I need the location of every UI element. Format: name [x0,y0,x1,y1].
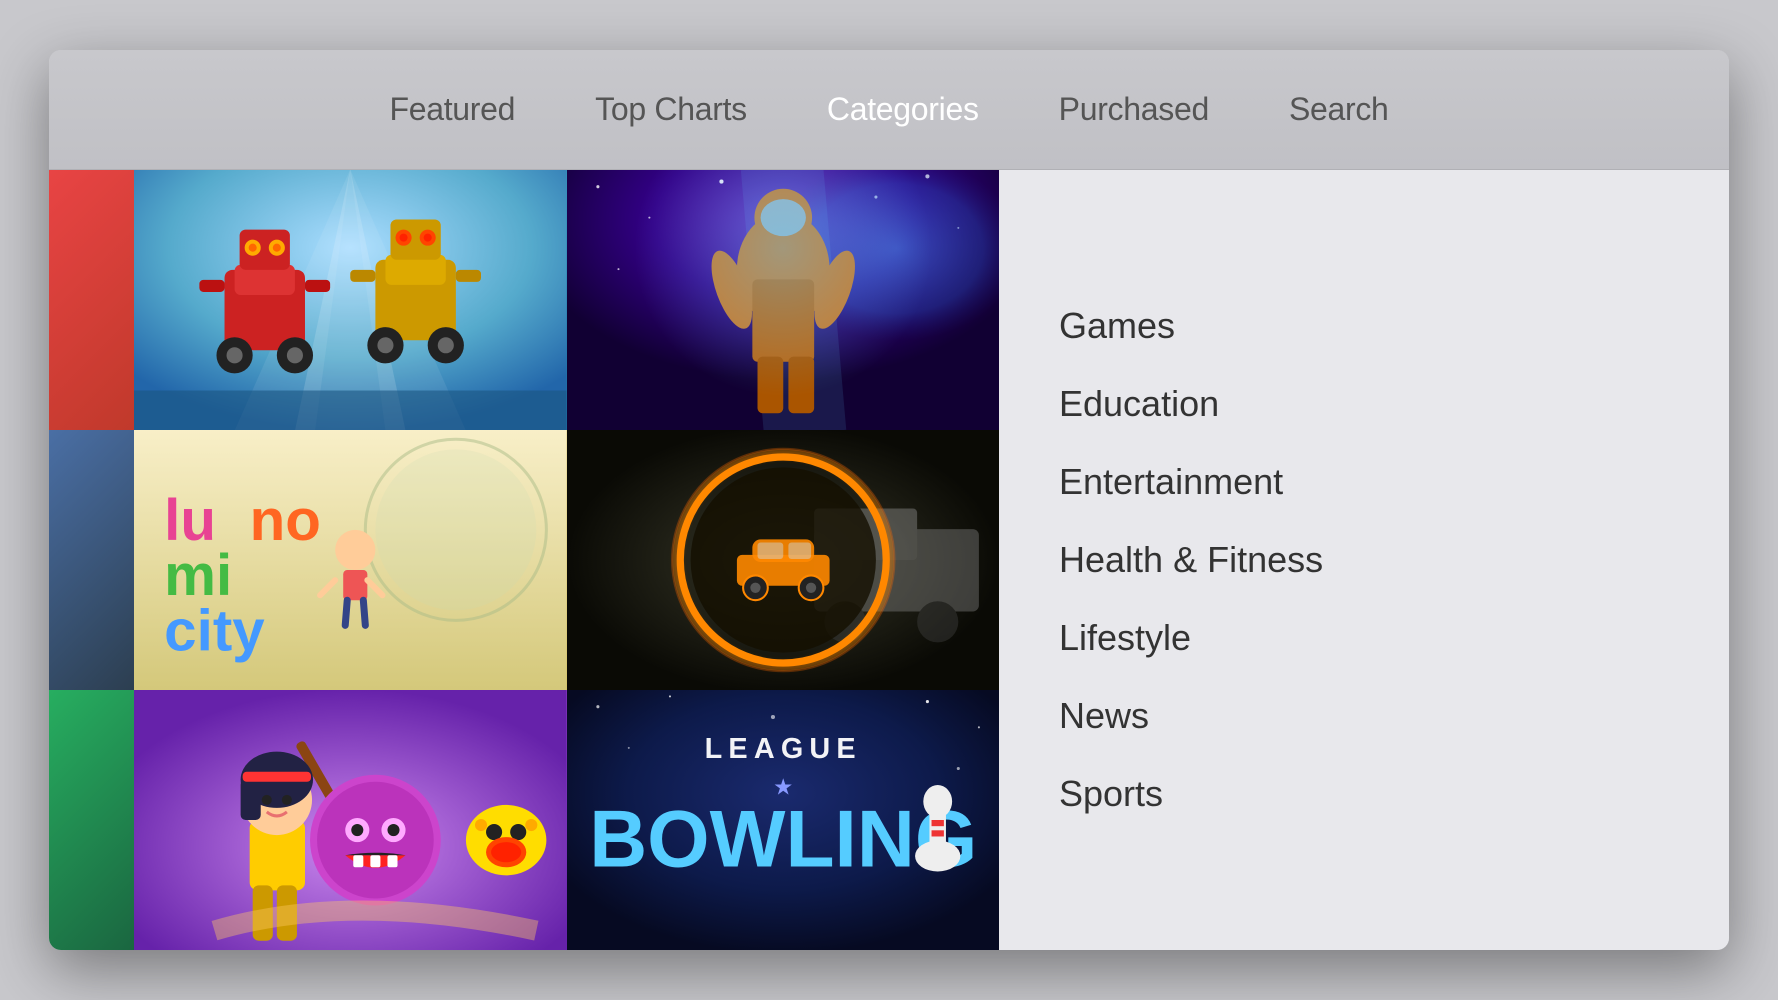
category-games[interactable]: Games [1059,291,1669,361]
category-education[interactable]: Education [1059,369,1669,439]
app-grid: lu mi no city [49,170,999,950]
cell-characters-game[interactable] [134,690,567,950]
category-news[interactable]: News [1059,681,1669,751]
nav-purchased[interactable]: Purchased [1059,91,1209,128]
strip-bot [49,690,134,950]
category-lifestyle[interactable]: Lifestyle [1059,603,1669,673]
cell-lumino-city[interactable]: lu mi no city [134,430,567,690]
nav-search[interactable]: Search [1289,91,1389,128]
svg-text:LEAGUE: LEAGUE [704,733,861,765]
cell-space-woman[interactable] [567,170,1000,430]
nav-top-charts[interactable]: Top Charts [595,91,747,128]
strip-top [49,170,134,430]
category-sports[interactable]: Sports [1059,759,1669,829]
main-content: lu mi no city [49,170,1729,950]
svg-text:no: no [250,488,321,553]
cell-road-rush[interactable] [567,430,1000,690]
category-health-fitness[interactable]: Health & Fitness [1059,525,1669,595]
strip-mid [49,430,134,690]
cell-league-bowling[interactable]: LEAGUE ★ BOWLING [567,690,1000,950]
nav-categories[interactable]: Categories [827,91,979,128]
app-window: Featured Top Charts Categories Purchased… [49,50,1729,950]
nav-featured[interactable]: Featured [389,91,515,128]
svg-text:BOWLING: BOWLING [589,794,977,884]
categories-sidebar: Games Education Entertainment Health & F… [999,170,1729,950]
svg-text:city: city [164,599,265,664]
navbar: Featured Top Charts Categories Purchased… [49,50,1729,170]
category-entertainment[interactable]: Entertainment [1059,447,1669,517]
cell-robots-racing[interactable] [134,170,567,430]
